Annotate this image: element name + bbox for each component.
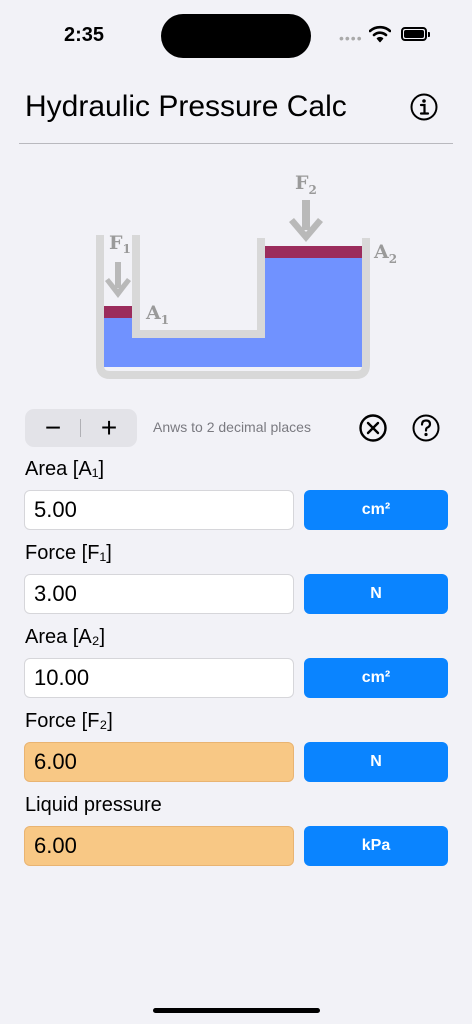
f1-label: F (109, 232, 123, 254)
area-a1-unit-button[interactable]: cm² (304, 490, 448, 530)
battery-icon (401, 27, 430, 41)
force-f2-label: Force [F₂] (25, 710, 113, 732)
clear-icon[interactable] (358, 413, 388, 443)
liquid (104, 257, 362, 367)
svg-text:A2: A2 (373, 241, 397, 266)
arrow-down-icon (289, 200, 323, 242)
page-title: Hydraulic Pressure Calc (25, 90, 347, 123)
pressure-result[interactable]: 6.00 (24, 826, 294, 866)
a1-subscript: 1 (161, 313, 169, 327)
force-f1-unit-button[interactable]: N (304, 574, 448, 614)
piston-large (265, 246, 362, 258)
force-f1-label: Force [F₁] (25, 542, 112, 564)
f2-subscript: 2 (309, 183, 317, 197)
header-divider (19, 143, 453, 144)
force-f1-input[interactable]: 3.00 (24, 574, 294, 614)
svg-text:F1: F1 (109, 232, 131, 256)
decrement-button[interactable]: − (25, 409, 81, 447)
area-a2-input[interactable]: 10.00 (24, 658, 294, 698)
hydraulic-diagram: F1 A1 F2 A2 (96, 172, 397, 379)
area-a1-label: Area [A₁] (25, 458, 105, 480)
f1-subscript: 1 (123, 242, 131, 256)
pressure-unit-button[interactable]: kPa (304, 826, 448, 866)
status-time: 2:35 (64, 24, 105, 46)
area-a2-unit-button[interactable]: cm² (304, 658, 448, 698)
home-indicator[interactable] (153, 1008, 320, 1013)
force-f2-result[interactable]: 6.00 (24, 742, 294, 782)
piston-small (104, 306, 132, 318)
f2-label: F (295, 172, 309, 194)
area-a1-input[interactable]: 5.00 (24, 490, 294, 530)
decimal-stepper[interactable]: − + (25, 409, 137, 447)
help-icon[interactable] (411, 413, 441, 443)
arrow-down-icon (105, 262, 131, 298)
a2-label: A (373, 241, 389, 263)
a2-subscript: 2 (389, 252, 397, 266)
status-bar: 2:35 •••• (0, 0, 472, 70)
info-icon[interactable] (409, 92, 439, 122)
signal-icon: •••• (339, 30, 363, 46)
wifi-icon (369, 25, 391, 43)
area-a2-label: Area [A₂] (25, 626, 106, 648)
svg-text:F2: F2 (295, 172, 317, 197)
a1-label: A (145, 302, 161, 324)
precision-hint: Anws to 2 decimal places (153, 419, 311, 435)
increment-button[interactable]: + (81, 409, 137, 447)
svg-text:A1: A1 (145, 302, 169, 327)
dynamic-island (161, 14, 311, 58)
force-f2-unit-button[interactable]: N (304, 742, 448, 782)
pressure-label: Liquid pressure (25, 794, 162, 816)
